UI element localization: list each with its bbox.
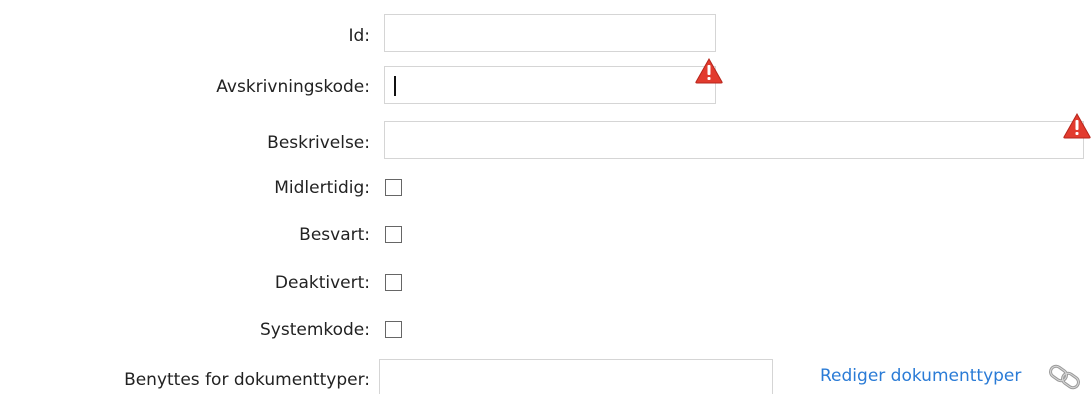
- warning-triangle-icon: [695, 58, 723, 84]
- beskrivelse-input[interactable]: [384, 121, 1084, 159]
- benyttes-label: Benyttes for dokumenttyper:: [124, 370, 370, 390]
- systemkode-label: Systemkode:: [259, 320, 370, 340]
- beskrivelse-label: Beskrivelse:: [267, 133, 370, 153]
- systemkode-checkbox[interactable]: [385, 321, 402, 338]
- id-input[interactable]: [384, 14, 716, 52]
- chain-link-icon[interactable]: [1047, 363, 1085, 391]
- avskrivningskode-input[interactable]: [384, 66, 716, 104]
- warning-triangle-icon: [1063, 113, 1091, 139]
- text-cursor: [394, 76, 396, 96]
- besvart-label: Besvart:: [299, 225, 370, 245]
- id-label: Id:: [348, 26, 370, 46]
- besvart-checkbox[interactable]: [385, 226, 402, 243]
- midlertidig-label: Midlertidig:: [274, 178, 370, 198]
- midlertidig-checkbox[interactable]: [385, 179, 402, 196]
- deaktivert-label: Deaktivert:: [274, 273, 370, 293]
- document-type-code-form: Id: Avskrivningskode: Beskrivelse: Midle…: [0, 0, 1092, 394]
- deaktivert-checkbox[interactable]: [385, 274, 402, 291]
- benyttes-input[interactable]: [379, 359, 773, 394]
- rediger-dokumenttyper-link[interactable]: Rediger dokumenttyper: [820, 366, 1021, 386]
- avskrivningskode-label: Avskrivningskode:: [216, 77, 370, 97]
